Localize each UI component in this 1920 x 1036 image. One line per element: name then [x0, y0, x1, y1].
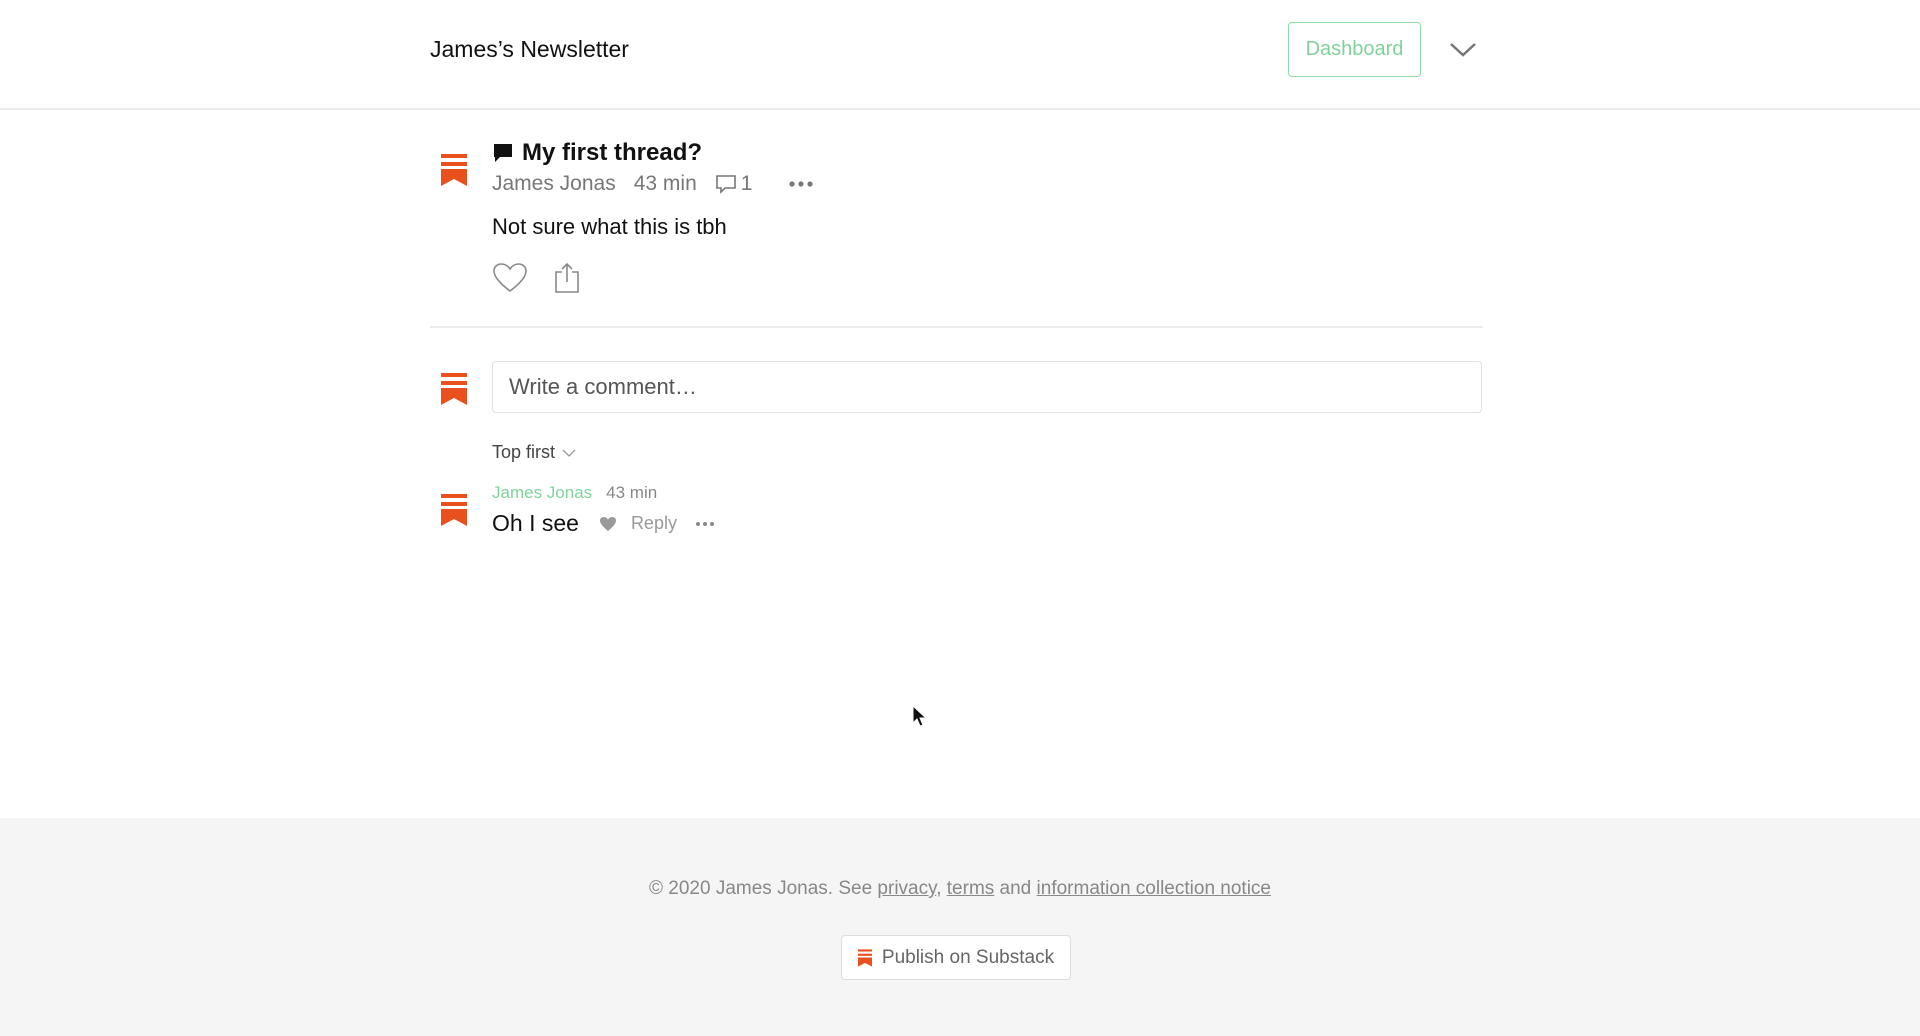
- thread-bubble-icon: [494, 144, 512, 162]
- comment-count[interactable]: 1: [715, 172, 771, 196]
- post-title: My first thread?: [492, 139, 702, 167]
- post-meta: James Jonas 43 min 1: [492, 172, 814, 196]
- substack-logo-icon: [857, 948, 872, 967]
- post-title-text: My first thread?: [522, 139, 703, 166]
- footer: [0, 818, 1920, 1036]
- dashboard-button[interactable]: Dashboard: [1288, 22, 1421, 77]
- comment-text: Oh I see: [492, 510, 579, 536]
- chevron-down-icon: [562, 449, 576, 457]
- divider: [430, 326, 1483, 328]
- user-avatar-icon: [441, 373, 467, 405]
- reply-button[interactable]: Reply: [631, 513, 677, 534]
- mouse-cursor-icon: [912, 705, 928, 727]
- information-collection-notice-link[interactable]: information collection notice: [1037, 878, 1271, 899]
- publish-label: Publish on Substack: [881, 946, 1055, 968]
- chevron-down-icon[interactable]: [1448, 40, 1478, 60]
- comment-item: Oh I see Reply: [492, 510, 715, 537]
- comment-time: 43 min: [606, 483, 658, 502]
- footer-copyright: © 2020 James Jonas. See privacy, terms a…: [0, 878, 1920, 900]
- post-author[interactable]: James Jonas: [492, 172, 616, 196]
- post-actions: [492, 262, 580, 294]
- comment-input[interactable]: [492, 361, 1482, 413]
- and-text: and: [994, 878, 1037, 899]
- sort-selected: Top first: [492, 442, 556, 462]
- commenter-avatar-icon: [441, 494, 467, 526]
- like-heart-icon[interactable]: [599, 516, 617, 532]
- post-body: Not sure what this is tbh: [492, 214, 727, 239]
- comment-count-value: 1: [740, 172, 753, 195]
- post-time: 43 min: [633, 172, 697, 195]
- site-title[interactable]: James’s Newsletter: [430, 36, 629, 63]
- copyright-text: © 2020 James Jonas. See: [649, 878, 878, 899]
- comment-header: James Jonas 43 min: [492, 483, 657, 503]
- separator: ,: [936, 878, 947, 899]
- comment-more-icon[interactable]: [695, 521, 715, 527]
- more-options-icon[interactable]: [788, 180, 814, 188]
- substack-logo-icon: [441, 154, 467, 186]
- terms-link[interactable]: terms: [947, 878, 995, 899]
- privacy-link[interactable]: privacy: [877, 878, 936, 899]
- site-header: James’s Newsletter Dashboard: [0, 0, 1920, 110]
- sort-dropdown[interactable]: Top first: [492, 442, 577, 463]
- comment-author[interactable]: James Jonas: [492, 483, 592, 503]
- comment-icon: [715, 175, 736, 194]
- share-icon[interactable]: [554, 262, 580, 294]
- publish-on-substack-button[interactable]: Publish on Substack: [841, 935, 1071, 980]
- heart-icon[interactable]: [492, 262, 528, 294]
